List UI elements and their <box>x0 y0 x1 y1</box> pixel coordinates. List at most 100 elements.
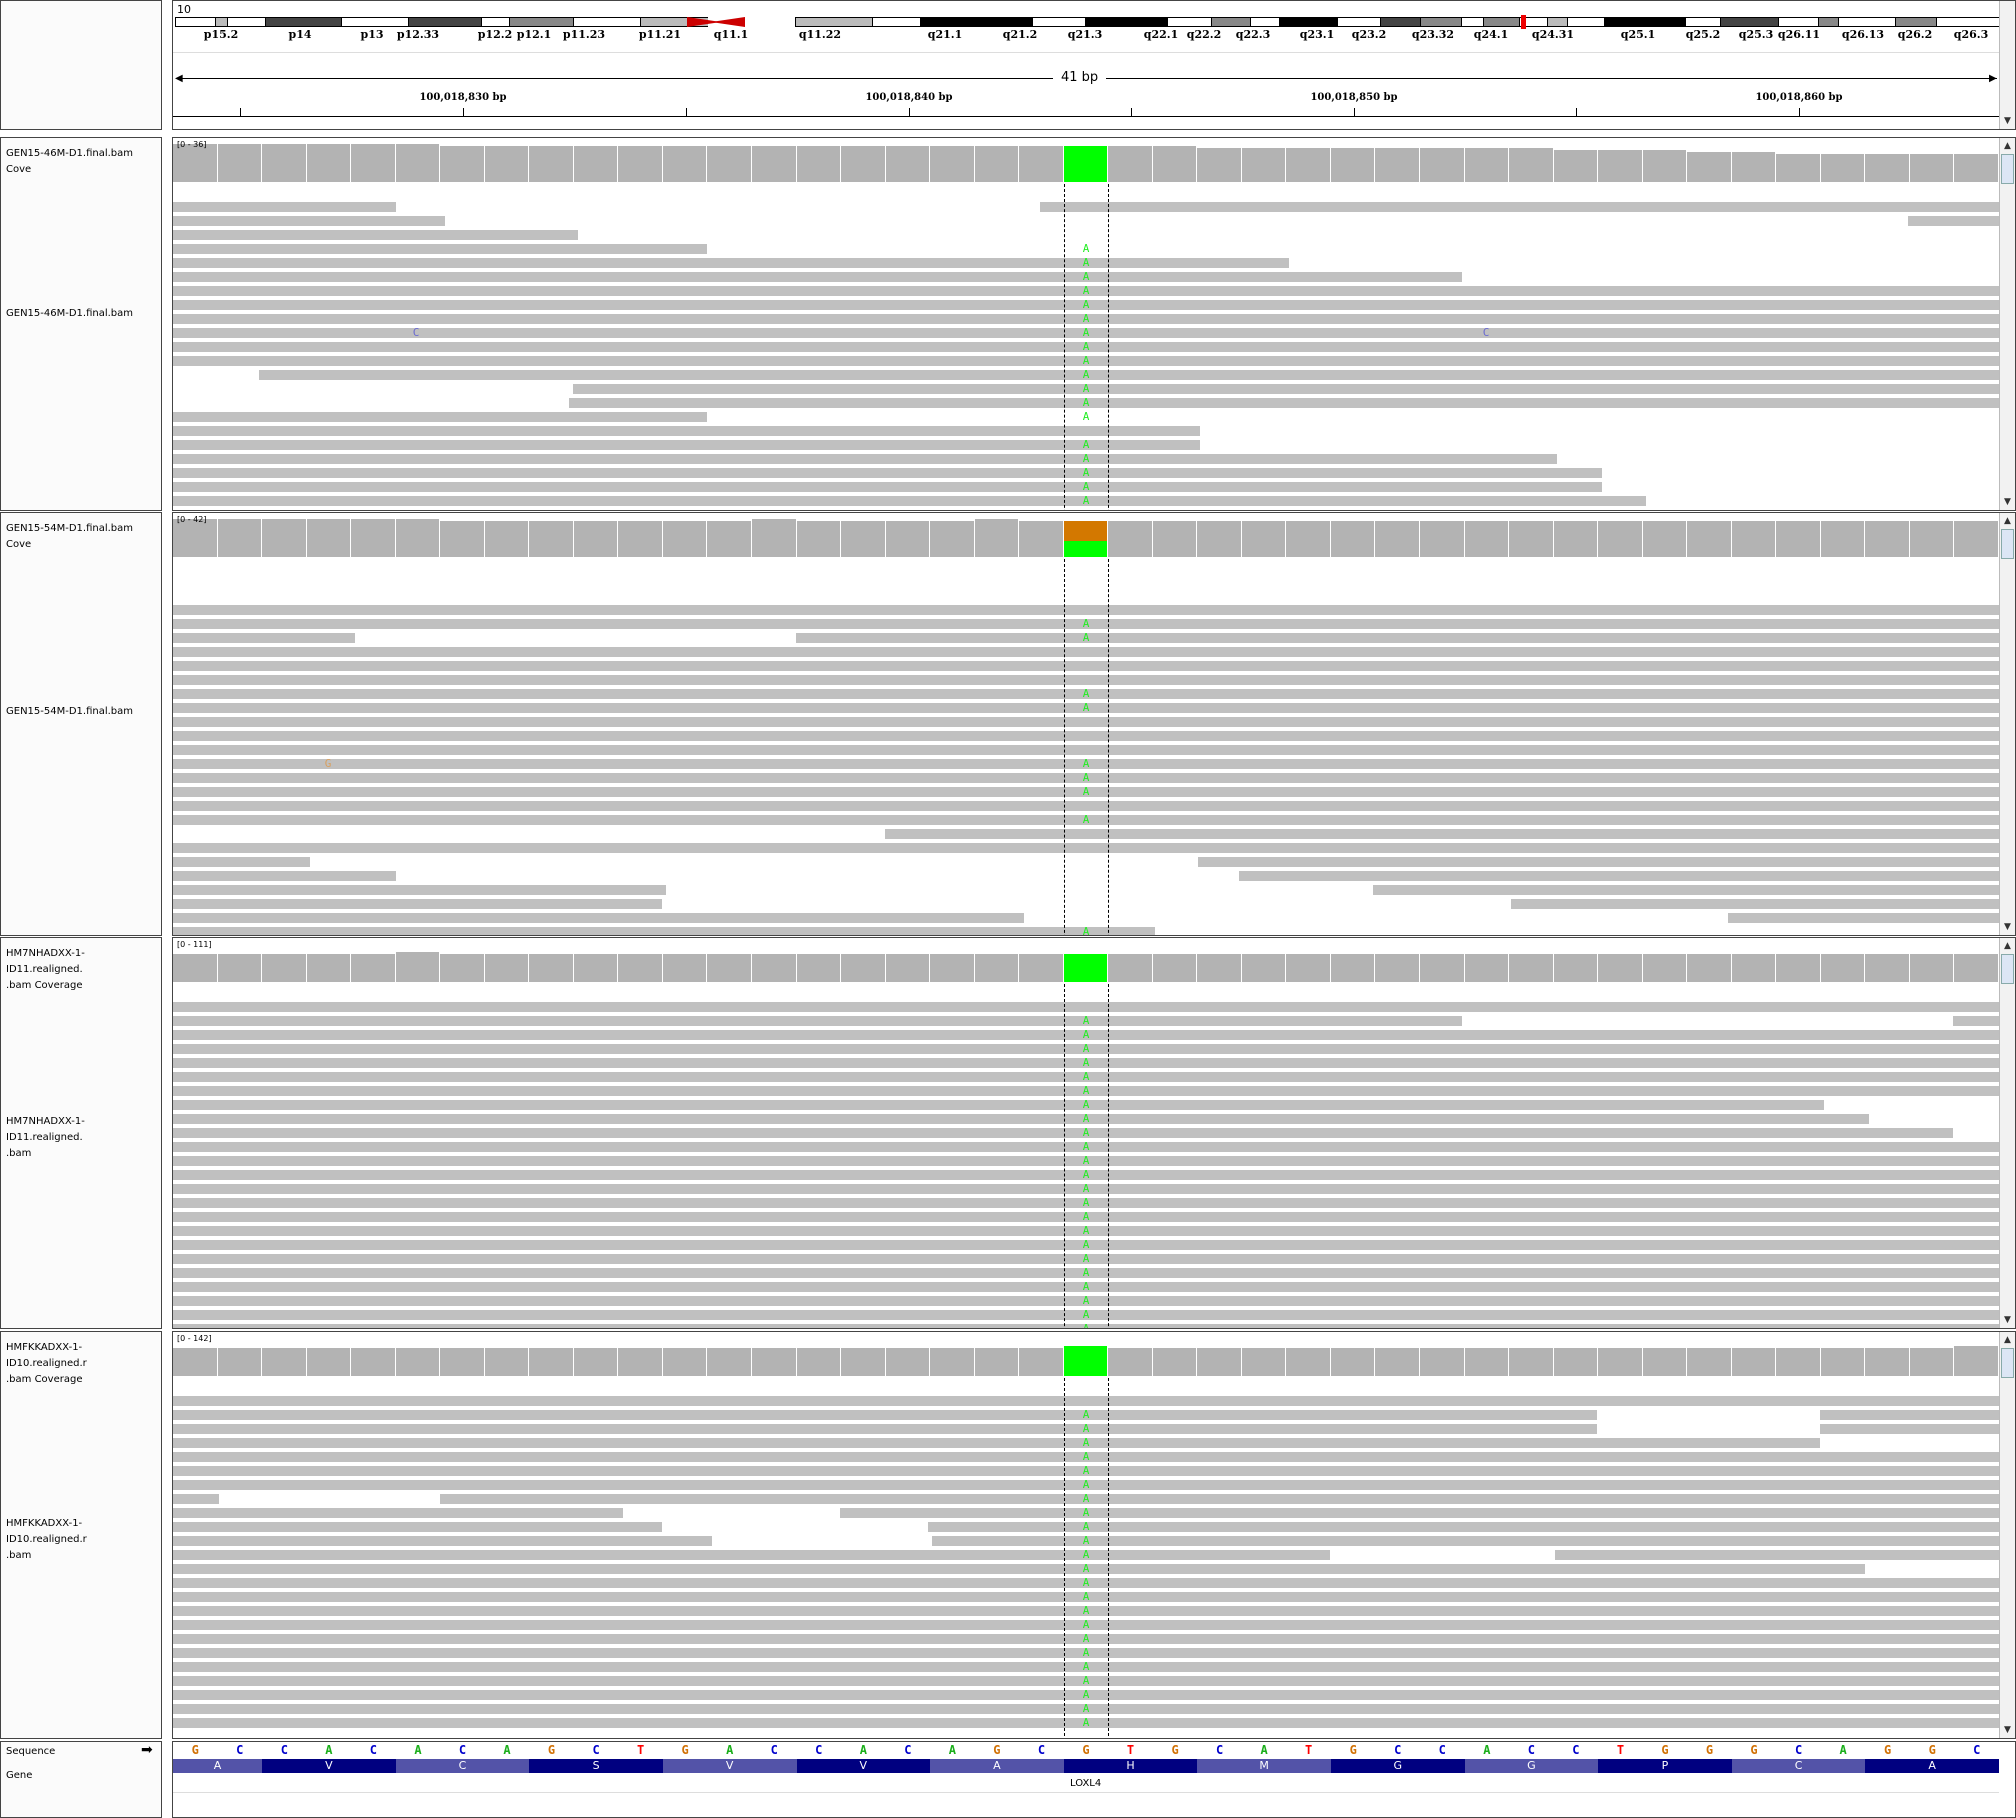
alignment-track-label[interactable]: GEN15-46M-D1.final.bam <box>6 306 133 322</box>
alignment-data-panel[interactable]: [0 - 36]AAAAAAAAAAAAAAAAAAACC▲ ▼ <box>172 137 2016 511</box>
coverage-bar[interactable] <box>1241 954 1286 982</box>
coverage-bar[interactable] <box>1954 954 1998 982</box>
coverage-bar[interactable] <box>751 954 796 982</box>
coverage-bar[interactable] <box>1642 521 1687 557</box>
track-scrollbar[interactable]: ▲ ▼ <box>1999 513 2015 935</box>
aligned-read[interactable] <box>796 633 1999 643</box>
coverage-bar[interactable] <box>1598 1348 1642 1376</box>
coverage-bar[interactable] <box>1776 521 1820 557</box>
coverage-bar[interactable] <box>662 954 707 982</box>
aligned-read[interactable] <box>173 675 1999 685</box>
header-scrollbar[interactable]: ▼ <box>1999 1 2015 129</box>
amino-acid[interactable]: S <box>529 1759 663 1773</box>
aligned-read[interactable] <box>173 857 310 867</box>
coverage-bar[interactable] <box>1776 154 1820 182</box>
scroll-thumb[interactable] <box>2001 1348 2014 1378</box>
coverage-bar[interactable] <box>1375 521 1420 557</box>
aligned-read[interactable] <box>1555 1550 1999 1560</box>
coverage-bar[interactable] <box>974 146 1019 182</box>
coverage-track-label[interactable]: HM7NHADXX-1-ID11.realigned. .bam Coverag… <box>6 946 161 994</box>
aligned-read[interactable] <box>173 1494 219 1504</box>
coverage-bar[interactable] <box>217 1348 262 1376</box>
scroll-down-arrow[interactable]: ▼ <box>2000 496 2015 508</box>
coverage-bar[interactable] <box>930 521 974 557</box>
coverage-bar[interactable] <box>1152 521 1197 557</box>
coverage-bar[interactable] <box>1241 148 1286 182</box>
coverage-bar[interactable] <box>1820 954 1865 982</box>
coverage-bar[interactable] <box>395 144 440 182</box>
coverage-bar[interactable] <box>1464 148 1509 182</box>
coverage-bar[interactable] <box>1642 150 1687 182</box>
amino-acid[interactable]: C <box>395 1759 530 1773</box>
strand-arrow-icon[interactable]: ➡ <box>141 1742 153 1758</box>
coverage-bar[interactable] <box>1909 1348 1954 1376</box>
coverage-bar[interactable] <box>440 1348 484 1376</box>
coverage-bar[interactable] <box>1553 521 1598 557</box>
coverage-bar[interactable] <box>930 954 974 982</box>
aligned-read[interactable] <box>840 1508 1999 1518</box>
scroll-thumb[interactable] <box>2001 529 2014 559</box>
aligned-read[interactable] <box>1953 1016 1999 1026</box>
coverage-bar[interactable] <box>1553 150 1598 182</box>
coverage-bar[interactable] <box>1375 954 1420 982</box>
coverage-bar[interactable] <box>573 521 618 557</box>
coverage-bar[interactable] <box>1731 521 1776 557</box>
coverage-bar[interactable] <box>1642 954 1687 982</box>
aligned-read[interactable] <box>173 745 1999 755</box>
coverage-bar[interactable] <box>662 521 707 557</box>
amino-acid[interactable]: A <box>173 1759 263 1773</box>
amino-acid[interactable]: C <box>1731 1759 1866 1773</box>
aligned-read[interactable] <box>173 885 666 895</box>
coverage-bar[interactable] <box>395 952 440 982</box>
coverage-bar[interactable] <box>1019 954 1063 982</box>
coverage-bar[interactable] <box>707 1348 751 1376</box>
coverage-bar[interactable] <box>1687 1348 1731 1376</box>
coverage-bar[interactable] <box>1909 521 1954 557</box>
amino-acid[interactable]: V <box>796 1759 931 1773</box>
coverage-bar[interactable] <box>707 146 751 182</box>
coverage-bar[interactable] <box>1108 521 1152 557</box>
coverage-bar[interactable] <box>885 954 930 982</box>
coverage-bar[interactable] <box>1687 521 1731 557</box>
amino-acid[interactable]: M <box>1197 1759 1331 1773</box>
aligned-read[interactable] <box>173 1424 1597 1434</box>
scroll-up-arrow[interactable]: ▲ <box>2000 515 2015 527</box>
aligned-read[interactable] <box>173 633 355 643</box>
coverage-bar[interactable] <box>173 1348 217 1376</box>
aligned-read[interactable] <box>173 899 662 909</box>
coverage-bar[interactable] <box>1108 954 1152 982</box>
aligned-read[interactable] <box>173 1410 1597 1420</box>
scroll-down-arrow[interactable]: ▼ <box>2000 1314 2015 1326</box>
aligned-read[interactable] <box>1239 871 1999 881</box>
amino-acid[interactable]: A <box>930 1759 1064 1773</box>
aligned-read[interactable] <box>569 398 1999 408</box>
scroll-down-arrow[interactable]: ▼ <box>2000 1724 2015 1736</box>
aligned-read[interactable] <box>173 871 396 881</box>
coverage-bar[interactable] <box>306 144 351 182</box>
coverage-bar[interactable] <box>1286 521 1330 557</box>
coverage-bar[interactable] <box>930 146 974 182</box>
coverage-bar[interactable] <box>484 954 529 982</box>
coverage-bar[interactable] <box>1687 954 1731 982</box>
coverage-bar[interactable] <box>1063 521 1108 557</box>
coverage-bar[interactable] <box>841 521 885 557</box>
coverage-bar[interactable] <box>351 954 395 982</box>
aligned-read[interactable] <box>173 454 1557 464</box>
amino-acid[interactable]: P <box>1598 1759 1732 1773</box>
coverage-track-label[interactable]: HMFKKADXX-1-ID10.realigned.r .bam Covera… <box>6 1340 161 1388</box>
coverage-bar[interactable] <box>1731 152 1776 182</box>
coverage-bar[interactable] <box>1286 954 1330 982</box>
coverage-bar[interactable] <box>618 146 662 182</box>
aligned-read[interactable] <box>173 1522 662 1532</box>
coverage-track-label[interactable]: GEN15-54M-D1.final.bam Cove <box>6 521 161 553</box>
coverage-bar[interactable] <box>1553 1348 1598 1376</box>
coverage-bar[interactable] <box>841 1348 885 1376</box>
scroll-thumb[interactable] <box>2001 154 2014 184</box>
coverage-bar[interactable] <box>262 954 306 982</box>
coverage-bar[interactable] <box>1286 148 1330 182</box>
aligned-read[interactable] <box>173 913 1024 923</box>
coverage-bar[interactable] <box>395 1348 440 1376</box>
aligned-read[interactable] <box>173 801 1999 811</box>
aligned-read[interactable] <box>173 440 1200 450</box>
coverage-bar[interactable] <box>1642 1348 1687 1376</box>
